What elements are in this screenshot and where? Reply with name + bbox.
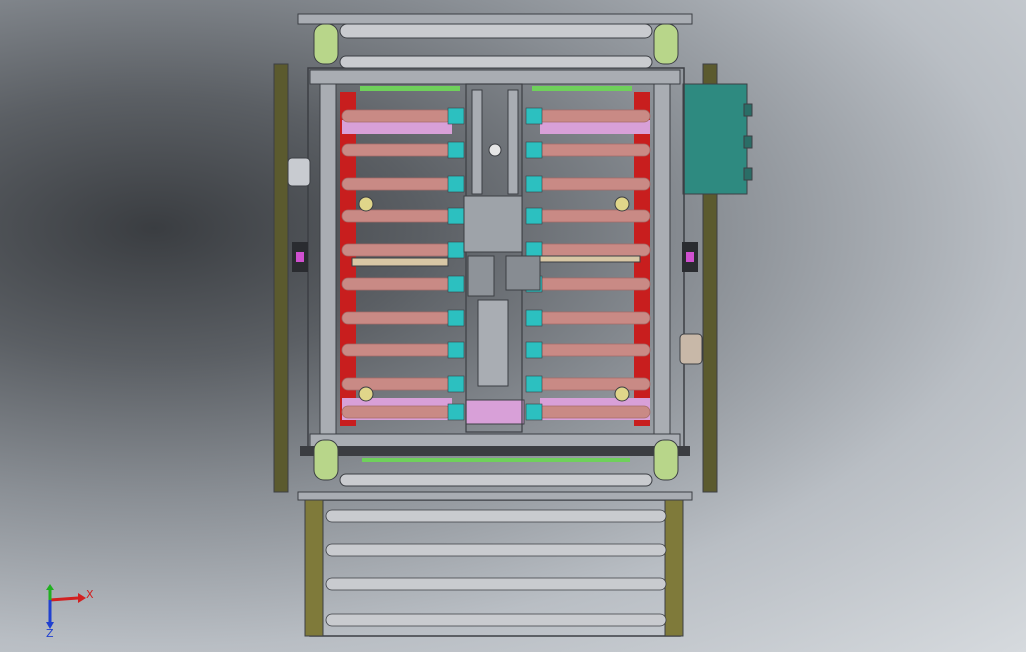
top-cross-beam bbox=[309, 69, 681, 85]
guide-block-right bbox=[525, 107, 543, 125]
sprocket-bearing bbox=[614, 196, 630, 212]
corner-pad bbox=[313, 23, 339, 65]
outfeed-roller bbox=[325, 543, 667, 557]
guide-block-right bbox=[525, 341, 543, 359]
conveyor-assembly-model[interactable] bbox=[0, 0, 1026, 652]
guide-block-left bbox=[447, 375, 465, 393]
guide-block-right bbox=[525, 141, 543, 159]
guide-block-right bbox=[525, 175, 543, 193]
cad-viewport[interactable]: X Z bbox=[0, 0, 1026, 652]
control-box-connector bbox=[743, 135, 753, 149]
corner-pad bbox=[313, 439, 339, 481]
guide-block-left bbox=[447, 403, 465, 421]
outfeed-side-left bbox=[304, 499, 324, 637]
guide-block-left bbox=[447, 141, 465, 159]
left-side-rail bbox=[273, 63, 289, 493]
gear-motor-body bbox=[467, 255, 495, 297]
roller-left bbox=[341, 277, 453, 291]
roller-right bbox=[525, 405, 651, 419]
x-axis-arrowhead bbox=[78, 593, 86, 603]
center-shaft-bearing bbox=[488, 143, 502, 157]
magenta-plate-bottom-center bbox=[465, 399, 525, 425]
sprocket-bearing bbox=[358, 386, 374, 402]
guide-block-left bbox=[447, 107, 465, 125]
right-sensor-indicator bbox=[686, 252, 694, 262]
outfeed-side-right bbox=[664, 499, 684, 637]
top-roller bbox=[339, 23, 653, 39]
bottom-shadow-bar bbox=[300, 446, 690, 456]
roller-right bbox=[525, 109, 651, 123]
bottom-cross-beam bbox=[309, 433, 681, 449]
guide-block-right bbox=[525, 375, 543, 393]
roller-left bbox=[341, 311, 453, 325]
control-box-connector bbox=[743, 167, 753, 181]
roller-left bbox=[341, 109, 453, 123]
center-column-left bbox=[471, 89, 483, 195]
roller-right bbox=[525, 277, 651, 291]
x-axis-label: X bbox=[86, 588, 94, 601]
roller-left bbox=[341, 243, 453, 257]
top-green-strip-left bbox=[360, 86, 460, 91]
guide-block-left bbox=[447, 175, 465, 193]
guide-block-left bbox=[447, 241, 465, 259]
control-box-connector bbox=[743, 103, 753, 117]
sprocket-bearing bbox=[358, 196, 374, 212]
guide-block-right bbox=[525, 403, 543, 421]
bottom-green-strip bbox=[362, 458, 630, 462]
corner-pad bbox=[653, 439, 679, 481]
roller-left bbox=[341, 143, 453, 157]
roller-left bbox=[341, 343, 453, 357]
top-roller bbox=[339, 55, 653, 69]
z-axis-label: Z bbox=[46, 627, 54, 640]
roller-right bbox=[525, 177, 651, 191]
guide-block-right bbox=[525, 207, 543, 225]
coordinate-triad: X Z bbox=[46, 584, 94, 640]
gear-motor-housing bbox=[463, 195, 523, 253]
guide-block-left bbox=[447, 341, 465, 359]
y-axis-arrowhead bbox=[46, 584, 54, 590]
guide-block-right bbox=[525, 309, 543, 327]
top-end-bar bbox=[297, 13, 693, 25]
roller-right bbox=[525, 311, 651, 325]
roller-right bbox=[525, 243, 651, 257]
left-flange-bearing bbox=[287, 157, 311, 187]
left-sensor-indicator bbox=[296, 252, 304, 262]
roller-right bbox=[525, 209, 651, 223]
main-frame-left-beam bbox=[319, 83, 337, 441]
roller-right bbox=[525, 377, 651, 391]
outfeed-roller bbox=[325, 613, 667, 627]
roller-left bbox=[341, 177, 453, 191]
roller-left bbox=[341, 405, 453, 419]
guide-block-left bbox=[447, 309, 465, 327]
outfeed-roller bbox=[325, 509, 667, 523]
roller-left bbox=[341, 209, 453, 223]
top-green-strip-right bbox=[532, 86, 632, 91]
x-axis-arrow bbox=[49, 596, 79, 602]
right-flange-bearing bbox=[679, 333, 703, 365]
bottom-end-bar bbox=[297, 491, 693, 501]
sprocket-bearing bbox=[614, 386, 630, 402]
pneumatic-cylinder-left bbox=[351, 257, 449, 267]
roller-right bbox=[525, 343, 651, 357]
roller-left bbox=[341, 377, 453, 391]
main-frame-right-beam bbox=[653, 83, 671, 441]
pneumatic-cylinder-right bbox=[539, 255, 641, 263]
guide-block-left bbox=[447, 275, 465, 293]
center-column-right bbox=[507, 89, 519, 195]
bottom-roller bbox=[339, 473, 653, 487]
corner-pad bbox=[653, 23, 679, 65]
outfeed-roller bbox=[325, 577, 667, 591]
guide-block-left bbox=[447, 207, 465, 225]
center-lower-column bbox=[477, 299, 509, 387]
gear-motor-flange bbox=[505, 255, 541, 291]
roller-right bbox=[525, 143, 651, 157]
control-box bbox=[682, 83, 748, 195]
